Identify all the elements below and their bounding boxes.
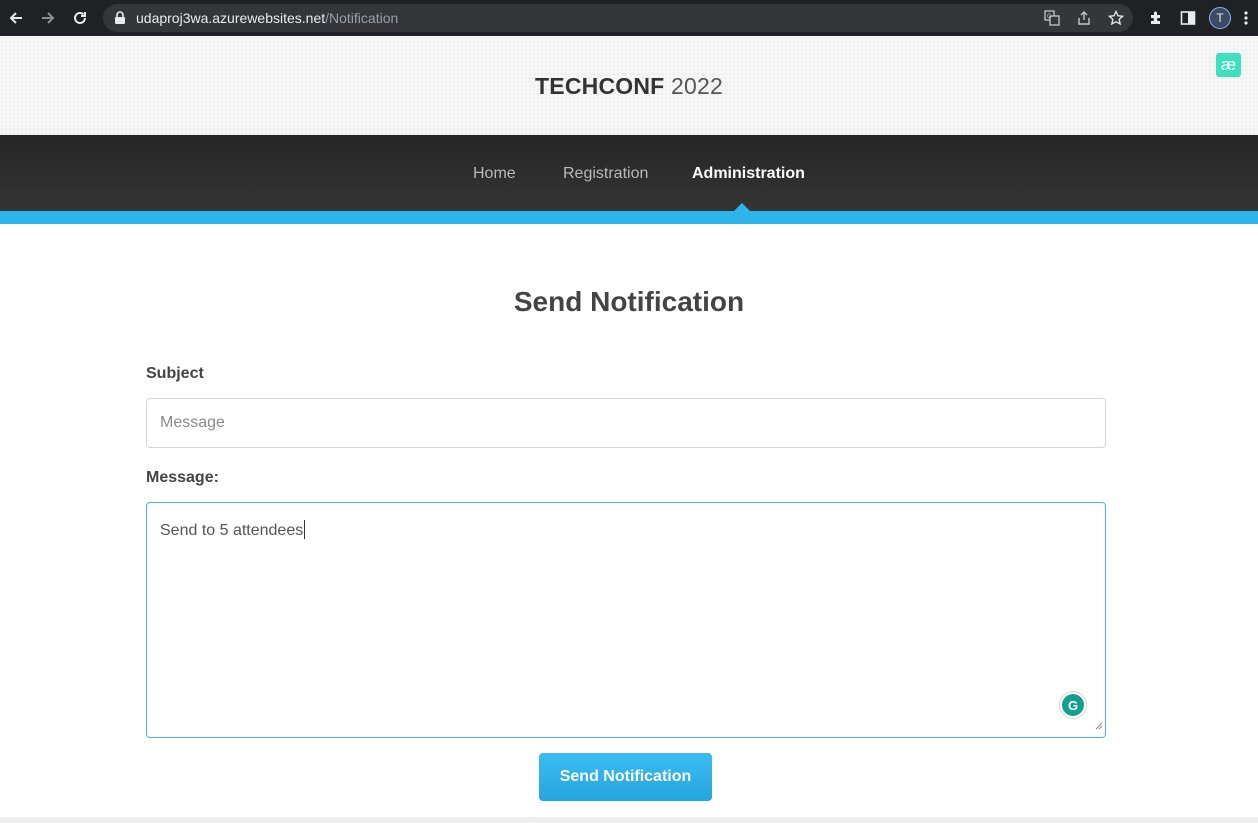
message-value: Send to 5 attendees xyxy=(160,522,304,539)
url-host: udaproj3wa.azurewebsites.net xyxy=(136,10,326,26)
share-icon[interactable] xyxy=(1075,9,1093,27)
back-arrow-icon[interactable] xyxy=(4,6,28,30)
profile-avatar[interactable]: T xyxy=(1209,7,1231,29)
site-brand[interactable]: TECHCONF 2022 xyxy=(0,73,1258,100)
extension-badge-icon[interactable]: æ xyxy=(1216,53,1241,77)
lock-icon[interactable] xyxy=(114,11,126,30)
grammarly-icon-inner: G xyxy=(1062,694,1084,716)
accent-bar xyxy=(0,211,1258,224)
message-label: Message: xyxy=(146,469,219,486)
url-path: /Notification xyxy=(325,10,399,26)
footer-divider xyxy=(0,817,1258,823)
brand-year: 2022 xyxy=(664,73,723,99)
send-notification-button[interactable]: Send Notification xyxy=(539,753,712,801)
extensions-icon[interactable] xyxy=(1146,8,1166,28)
forward-arrow-icon[interactable] xyxy=(36,6,60,30)
svg-text:G: G xyxy=(1047,14,1052,20)
text-cursor xyxy=(304,520,306,539)
page-title: Send Notification xyxy=(513,286,745,317)
url-text: udaproj3wa.azurewebsites.net/Notificatio… xyxy=(136,10,398,26)
sidepanel-icon[interactable] xyxy=(1178,8,1198,28)
site-header: TECHCONF 2022 æ xyxy=(0,36,1258,135)
brand-name: TECHCONF xyxy=(535,73,665,99)
grammarly-icon[interactable]: G xyxy=(1059,691,1087,719)
subject-label: Subject xyxy=(146,365,204,382)
reload-icon[interactable] xyxy=(68,6,92,30)
browser-toolbar: udaproj3wa.azurewebsites.net/Notificatio… xyxy=(0,0,1258,36)
resize-grip-icon[interactable] xyxy=(1095,717,1103,735)
translate-icon[interactable]: G xyxy=(1043,9,1061,27)
more-icon[interactable] xyxy=(1236,8,1256,28)
nav-item-home[interactable]: Home xyxy=(473,165,516,183)
subject-input[interactable] xyxy=(146,398,1106,448)
nav-item-registration[interactable]: Registration xyxy=(563,165,648,183)
star-icon[interactable] xyxy=(1107,9,1125,27)
message-text: Send to 5 attendees xyxy=(160,520,306,540)
address-bar[interactable]: udaproj3wa.azurewebsites.net/Notificatio… xyxy=(103,4,1133,32)
nav-item-administration[interactable]: Administration xyxy=(692,165,805,183)
active-nav-indicator xyxy=(734,203,750,211)
main-nav: Home Registration Administration xyxy=(0,135,1258,211)
message-textarea[interactable]: Send to 5 attendees G xyxy=(146,502,1106,738)
